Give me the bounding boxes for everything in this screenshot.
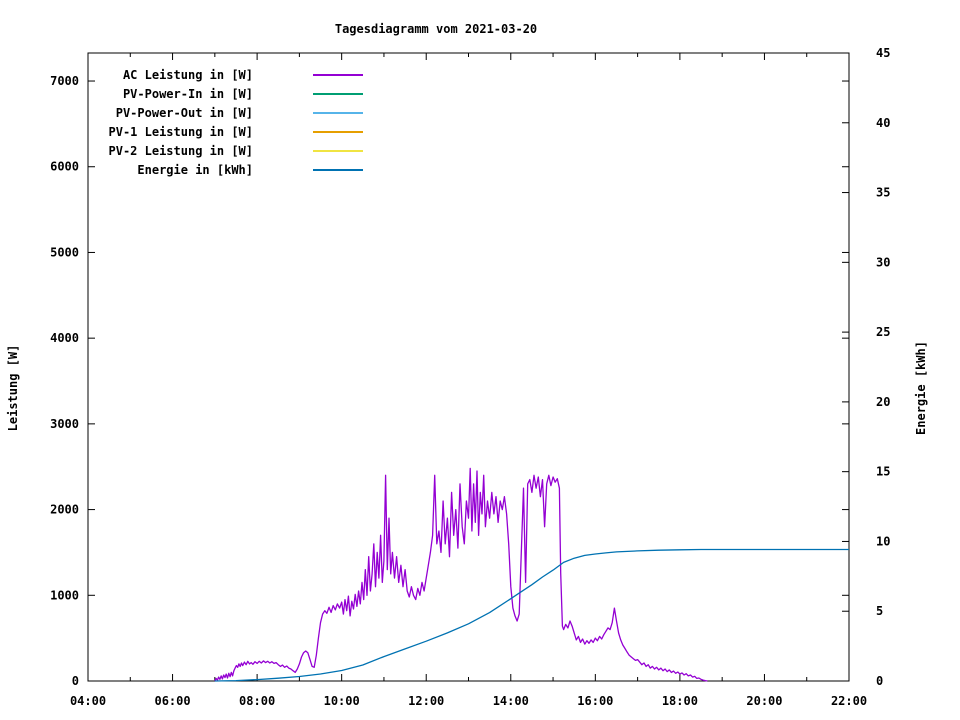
y-tick-label: 3000 [50, 417, 79, 431]
x-tick-label: 12:00 [408, 694, 444, 708]
legend-label: Energie in [kWh] [96, 163, 253, 177]
y2-tick-label: 5 [876, 604, 883, 618]
y2-tick-label: 10 [876, 534, 890, 548]
y2-tick-label: 45 [876, 46, 890, 60]
y-tick-label: 7000 [50, 74, 79, 88]
legend-item-pv-power-in: PV-Power-In in [W] [96, 84, 363, 103]
y2-tick-label: 40 [876, 116, 890, 130]
y-tick-label: 1000 [50, 588, 79, 602]
tagesdiagramm-chart: Tagesdiagramm vom 2021-03-20 Leistung [W… [0, 0, 960, 720]
legend-item-energie: Energie in [kWh] [96, 160, 363, 179]
x-tick-label: 22:00 [831, 694, 867, 708]
y-tick-label: 5000 [50, 245, 79, 259]
x-tick-label: 16:00 [577, 694, 613, 708]
legend-label: PV-2 Leistung in [W] [96, 144, 253, 158]
x-tick-label: 04:00 [70, 694, 106, 708]
y2-tick-label: 25 [876, 325, 890, 339]
x-tick-label: 14:00 [493, 694, 529, 708]
legend-line-sample [313, 150, 363, 152]
x-tick-label: 20:00 [746, 694, 782, 708]
legend-label: PV-Power-In in [W] [96, 87, 253, 101]
legend-item-pv-1-leistung: PV-1 Leistung in [W] [96, 122, 363, 141]
legend-item-ac-leistung: AC Leistung in [W] [96, 65, 363, 84]
legend-line-sample [313, 131, 363, 133]
chart-legend: AC Leistung in [W] PV-Power-In in [W] PV… [96, 65, 363, 179]
legend-line-sample [313, 112, 363, 114]
series-curve-0 [215, 468, 708, 681]
y2-tick-label: 15 [876, 465, 890, 479]
legend-item-pv-2-leistung: PV-2 Leistung in [W] [96, 141, 363, 160]
x-tick-label: 10:00 [324, 694, 360, 708]
x-tick-label: 06:00 [154, 694, 190, 708]
legend-line-sample [313, 93, 363, 95]
y2-tick-label: 35 [876, 186, 890, 200]
y-tick-label: 4000 [50, 331, 79, 345]
legend-line-sample [313, 169, 363, 171]
y2-tick-label: 0 [876, 674, 883, 688]
y-tick-label: 0 [72, 674, 79, 688]
legend-label: AC Leistung in [W] [96, 68, 253, 82]
x-tick-label: 08:00 [239, 694, 275, 708]
y2-tick-label: 20 [876, 395, 890, 409]
y-tick-label: 2000 [50, 503, 79, 517]
legend-line-sample [313, 74, 363, 76]
y-tick-label: 6000 [50, 160, 79, 174]
legend-item-pv-power-out: PV-Power-Out in [W] [96, 103, 363, 122]
y2-tick-label: 30 [876, 255, 890, 269]
legend-label: PV-1 Leistung in [W] [96, 125, 253, 139]
legend-label: PV-Power-Out in [W] [96, 106, 253, 120]
x-tick-label: 18:00 [662, 694, 698, 708]
